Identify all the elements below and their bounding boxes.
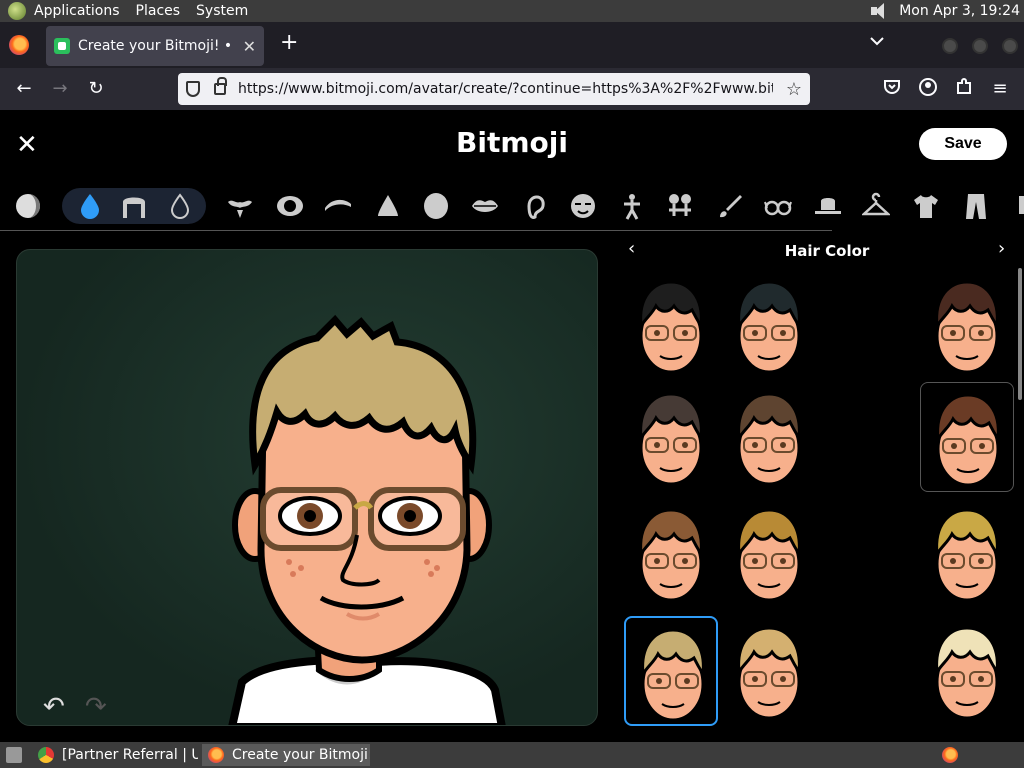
undo-icon[interactable]: ↶ xyxy=(43,692,65,722)
skin-tone-icon[interactable] xyxy=(14,192,42,220)
pocket-icon[interactable] xyxy=(881,78,903,100)
firefox-view-icon[interactable] xyxy=(9,35,29,55)
bitmoji-favicon-icon xyxy=(54,38,70,54)
pose-icon[interactable] xyxy=(666,192,694,220)
hamburger-menu-icon[interactable]: ≡ xyxy=(989,78,1011,100)
avatar-thumbnail xyxy=(641,628,705,722)
navigation-toolbar: ← → ↻ https://www.bitmoji.com/avatar/cre… xyxy=(0,68,1024,110)
hair-color-option[interactable] xyxy=(920,498,1014,608)
eyebrows-icon[interactable] xyxy=(324,192,352,220)
account-icon[interactable] xyxy=(917,78,939,100)
hair-color-option[interactable] xyxy=(920,616,1014,726)
chrome-icon xyxy=(38,747,54,763)
close-window-button[interactable] xyxy=(1002,38,1018,54)
category-divider xyxy=(0,230,832,231)
avatar-thumbnail xyxy=(935,280,999,374)
hair-color-option[interactable] xyxy=(722,382,816,492)
browser-tab-strip: Create your Bitmoji! • Bitmoji ✕ + xyxy=(0,22,1024,68)
hair-color-option[interactable] xyxy=(920,382,1014,492)
options-scrollbar[interactable] xyxy=(1018,268,1022,400)
browser-tab-active[interactable]: Create your Bitmoji! • Bitmoji ✕ xyxy=(46,26,264,66)
glasses-icon[interactable] xyxy=(764,192,792,220)
shoes-icon[interactable] xyxy=(1010,192,1024,220)
hair-color-option[interactable] xyxy=(624,270,718,380)
hair-color-option[interactable] xyxy=(624,616,718,726)
avatar-thumbnail xyxy=(639,280,703,374)
firefox-icon xyxy=(208,747,224,763)
eyes-icon[interactable] xyxy=(276,192,304,220)
avatar-thumbnail xyxy=(737,392,801,486)
hair-color-option[interactable] xyxy=(624,382,718,492)
tab-title: Create your Bitmoji! • Bitmoji xyxy=(78,38,237,54)
volume-icon[interactable] xyxy=(869,2,891,20)
ear-icon[interactable] xyxy=(521,192,549,220)
system-top-panel: Applications Places System Mon Apr 3, 19… xyxy=(0,0,1024,22)
applications-menu[interactable]: Applications xyxy=(26,3,128,19)
avatar-thumbnail xyxy=(737,626,801,720)
avatar-thumbnail xyxy=(639,508,703,602)
pants-icon[interactable] xyxy=(962,192,990,220)
forward-arrow-icon[interactable]: → xyxy=(49,78,71,100)
hanger-outfit-icon[interactable] xyxy=(862,192,890,220)
previous-category-chevron-icon[interactable]: ‹ xyxy=(628,238,635,259)
avatar-thumbnail xyxy=(935,626,999,720)
tracking-protection-shield-icon[interactable] xyxy=(186,81,200,97)
hair-color-option[interactable] xyxy=(722,616,816,726)
body-icon[interactable] xyxy=(618,192,646,220)
show-desktop-icon[interactable] xyxy=(0,744,28,766)
hair-color-option[interactable] xyxy=(722,270,816,380)
avatar-thumbnail xyxy=(936,393,1000,487)
face-lines-icon[interactable] xyxy=(569,192,597,220)
clock[interactable]: Mon Apr 3, 19:24 xyxy=(899,3,1020,19)
maximize-window-button[interactable] xyxy=(972,38,988,54)
hair-treatment-drop-icon[interactable] xyxy=(166,192,194,220)
avatar-preview: ↶ ↷ xyxy=(16,249,598,726)
hair-color-drop-icon[interactable] xyxy=(76,192,104,220)
lock-icon[interactable] xyxy=(214,77,227,95)
bitmoji-logo: Bitmoji xyxy=(456,126,568,159)
bottom-taskbar: [Partner Referral | U... Create your Bit… xyxy=(0,742,1024,768)
places-menu[interactable]: Places xyxy=(128,3,189,19)
hairstyle-icon[interactable] xyxy=(120,192,148,220)
taskbar-item-label: [Partner Referral | U... xyxy=(62,747,198,763)
taskbar-item-label: Create your Bitmoji! ... xyxy=(232,747,370,763)
bitmoji-editor: ✕ Bitmoji Save ↶ ↷ ‹ Hair Color › xyxy=(0,110,1024,742)
avatar-thumbnail xyxy=(737,280,801,374)
hair-color-option[interactable] xyxy=(920,270,1014,380)
avatar-thumbnail xyxy=(639,392,703,486)
save-button[interactable]: Save xyxy=(919,128,1007,160)
makeup-brush-icon[interactable] xyxy=(716,192,744,220)
bookmark-star-icon[interactable]: ☆ xyxy=(786,79,802,100)
face-shape-icon[interactable] xyxy=(422,192,450,220)
extensions-puzzle-icon[interactable] xyxy=(953,78,975,100)
panel-title: Hair Color xyxy=(784,242,870,260)
nose-icon[interactable] xyxy=(374,192,402,220)
taskbar-item-chrome[interactable]: [Partner Referral | U... xyxy=(32,744,198,766)
category-toolbar xyxy=(0,184,1024,232)
reload-icon[interactable]: ↻ xyxy=(85,78,107,100)
url-input[interactable]: https://www.bitmoji.com/avatar/create/?c… xyxy=(238,81,773,97)
hair-color-option[interactable] xyxy=(624,498,718,608)
close-tab-icon[interactable]: ✕ xyxy=(243,37,256,56)
minimize-window-button[interactable] xyxy=(942,38,958,54)
hair-color-option[interactable] xyxy=(722,498,816,608)
facial-hair-icon[interactable] xyxy=(226,192,254,220)
system-menu[interactable]: System xyxy=(188,3,256,19)
firefox-launcher-icon[interactable] xyxy=(936,744,958,766)
url-bar[interactable]: https://www.bitmoji.com/avatar/create/?c… xyxy=(178,73,810,105)
next-category-chevron-icon[interactable]: › xyxy=(998,238,1005,259)
avatar-thumbnail xyxy=(935,508,999,602)
hat-icon[interactable] xyxy=(814,192,842,220)
gnome-foot-icon xyxy=(8,2,26,20)
mouth-lips-icon[interactable] xyxy=(471,192,499,220)
avatar-thumbnail xyxy=(737,508,801,602)
redo-icon[interactable]: ↷ xyxy=(85,692,107,722)
avatar-illustration xyxy=(228,314,506,725)
tshirt-icon[interactable] xyxy=(912,192,940,220)
back-arrow-icon[interactable]: ← xyxy=(13,78,35,100)
list-all-tabs-chevron-icon[interactable] xyxy=(870,34,884,50)
taskbar-item-firefox[interactable]: Create your Bitmoji! ... xyxy=(202,744,370,766)
new-tab-button[interactable]: + xyxy=(280,30,298,55)
